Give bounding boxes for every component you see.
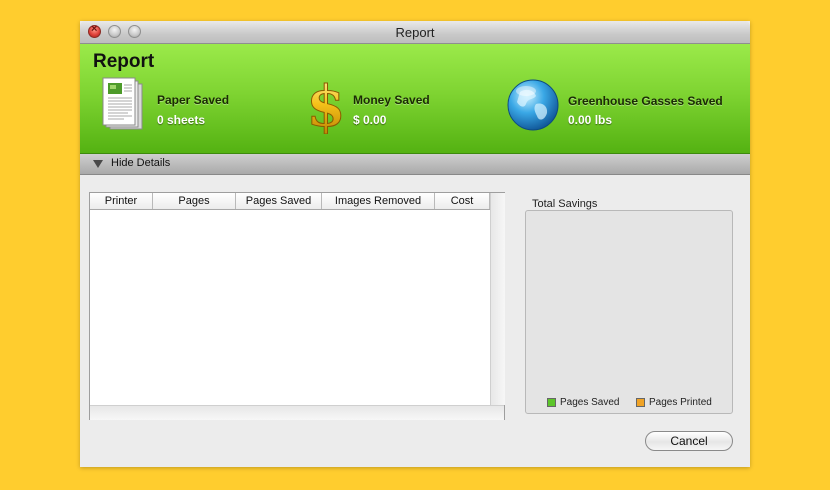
savings-banner: Report Paper Saved 0 sheets $ Money Save… [80, 44, 750, 154]
pages-saved-swatch [547, 398, 556, 407]
disclosure-triangle-icon[interactable] [93, 160, 103, 168]
printer-report-table: Printer Pages Pages Saved Images Removed… [89, 192, 505, 420]
column-header-images-removed[interactable]: Images Removed [322, 193, 435, 209]
column-header-printer[interactable]: Printer [90, 193, 153, 209]
report-window: Report Report Paper Saved 0 sheets [80, 21, 750, 467]
legend-pages-saved: Pages Saved [560, 397, 620, 408]
paper-sheets-icon [102, 77, 143, 130]
legend-pages-printed: Pages Printed [649, 397, 712, 408]
greenhouse-saved-label: Greenhouse Gasses Saved [568, 94, 723, 108]
column-header-pages-saved[interactable]: Pages Saved [236, 193, 322, 209]
window-title: Report [395, 25, 435, 40]
globe-icon [507, 79, 559, 131]
title-bar[interactable]: Report [80, 21, 750, 44]
cancel-button[interactable]: Cancel [645, 431, 733, 451]
table-horizontal-scrollbar[interactable] [90, 405, 504, 420]
dollar-sign-icon: $ [306, 76, 346, 134]
banner-title: Report [93, 51, 155, 72]
paper-saved-value: 0 sheets [157, 113, 206, 127]
column-header-cost[interactable]: Cost [435, 193, 490, 209]
total-savings-title: Total Savings [532, 198, 598, 210]
greenhouse-saved-value: 0.00 lbs [568, 113, 613, 127]
paper-saved-label: Paper Saved [157, 93, 230, 107]
hide-details-toggle[interactable]: Hide Details [80, 154, 750, 175]
table-header: Printer Pages Pages Saved Images Removed… [90, 193, 490, 210]
money-saved-label: Money Saved [353, 93, 430, 107]
money-saved-value: $ 0.00 [353, 113, 387, 127]
column-header-pages[interactable]: Pages [153, 193, 236, 209]
hide-details-label: Hide Details [111, 157, 171, 169]
table-vertical-scrollbar[interactable] [490, 193, 505, 405]
pages-printed-swatch [636, 398, 645, 407]
svg-text:$: $ [307, 76, 346, 134]
total-savings-chart: Pages Saved Pages Printed [525, 210, 733, 414]
